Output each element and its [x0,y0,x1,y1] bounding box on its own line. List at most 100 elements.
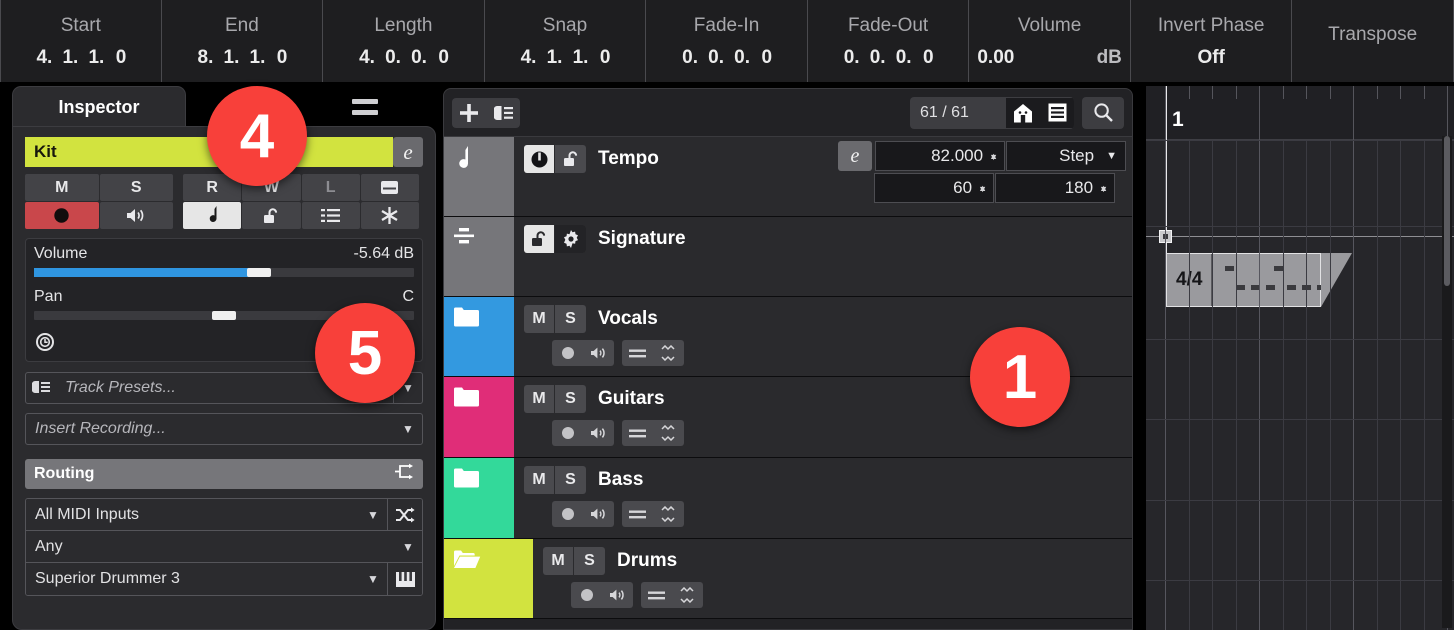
info-field-value[interactable]: 4. 1. 1. 0 [35,48,126,67]
chevron-down-icon[interactable]: ▼ [394,422,422,436]
inspector-edit-instrument-button[interactable]: e [393,137,423,167]
list-icon[interactable] [1040,97,1074,128]
shuffle-icon[interactable] [388,507,422,523]
info-field-invert-phase[interactable]: Invert Phase Off [1131,0,1293,82]
info-field-fade-out[interactable]: Fade-Out 0. 0. 0. 0 [808,0,970,82]
search-icon[interactable] [1082,96,1124,129]
record-dot-icon[interactable] [552,501,583,527]
solo-button[interactable]: S [555,385,586,413]
speaker-icon[interactable] [583,501,614,527]
output-dropdown[interactable]: Superior Drummer 3 ▼ [26,563,422,595]
chevron-down-icon[interactable]: ▼ [1106,150,1117,162]
speaker-icon[interactable] [583,340,614,366]
inspector-mute-button[interactable]: M [25,174,99,201]
automation-icon[interactable] [653,340,684,366]
equals-icon[interactable] [641,582,672,608]
track-row-signature[interactable]: Signature [444,217,1132,297]
speaker-icon[interactable] [602,582,633,608]
volume-slider-knob[interactable] [246,268,271,277]
info-field-value[interactable]: 4. 0. 0. 0 [358,48,449,67]
info-field-value[interactable]: 0. 0. 0. 0 [681,48,772,67]
info-field-value[interactable]: 8. 1. 1. 0 [196,48,288,67]
equals-icon[interactable] [622,420,653,446]
track-color-strip[interactable] [444,539,533,618]
track-row-tempo[interactable]: Tempo e 82.000 ▲ ▼ Step ▼ 60 ▲ ▼ 180 ▲ ▼ [444,137,1132,217]
chevron-down-icon[interactable]: ▼ [359,508,387,522]
speaker-icon[interactable] [583,420,614,446]
solo-button[interactable]: S [574,547,605,575]
track-preset-icon[interactable] [486,98,520,128]
info-field-value[interactable]: 0. 0. 0. 0 [843,48,934,67]
automation-icon[interactable] [653,501,684,527]
routing-section-header[interactable]: Routing [25,459,423,489]
inspector-channel-settings-button[interactable] [360,174,419,201]
chevron-down-icon[interactable]: ▼ [394,540,422,554]
inspector-musical-mode-button[interactable] [183,202,242,229]
info-field-value[interactable]: 0.00 dB [977,48,1122,67]
keyboard-icon[interactable] [388,571,422,588]
scrollbar-thumb[interactable] [1444,136,1450,286]
info-field-volume[interactable]: Volume 0.00 dB [969,0,1131,82]
signature-settings-button[interactable] [555,225,586,253]
info-field-fade-in[interactable]: Fade-In 0. 0. 0. 0 [646,0,808,82]
inspector-record-enable-button[interactable] [25,202,99,229]
chevron-down-icon[interactable]: ▼ [359,572,387,586]
equals-icon[interactable] [622,501,653,527]
hamburger-icon[interactable] [352,99,378,115]
tempo-mode-select[interactable]: Step ▼ [1006,141,1126,171]
timeline-ruler[interactable]: 1 [1146,86,1454,140]
arrange-area[interactable]: 1 4/4 [1146,86,1454,630]
spinner-icon[interactable]: ▲ ▼ [978,183,987,193]
tempo-bpm-field[interactable]: 82.000 ▲ ▼ [875,141,1005,171]
arrange-vertical-scrollbar[interactable] [1442,136,1452,628]
signature-lock-button[interactable] [524,225,555,253]
info-field-snap[interactable]: Snap 4. 1. 1. 0 [485,0,647,82]
tempo-range-max-field[interactable]: 180 ▲ ▼ [995,173,1115,203]
record-dot-icon[interactable] [552,340,583,366]
track-row-bass[interactable]: M S Bass [444,458,1132,539]
inspector-freeze-button[interactable] [360,202,419,229]
timeline-grid[interactable]: 4/4 [1146,140,1454,630]
track-color-strip[interactable] [444,217,514,296]
track-color-strip[interactable] [444,458,514,538]
mute-button[interactable]: M [524,466,555,494]
info-field-start[interactable]: Start 4. 1. 1. 0 [0,0,162,82]
inspector-lock-indicator[interactable]: L [301,174,360,201]
spinner-icon[interactable]: ▲ ▼ [1099,183,1108,193]
track-color-strip[interactable] [444,297,514,376]
info-field-transpose[interactable]: Transpose [1292,0,1454,82]
tempo-lock-button[interactable] [555,145,586,173]
info-field-end[interactable]: End 8. 1. 1. 0 [162,0,324,82]
pan-slider-knob[interactable] [212,311,236,320]
automation-icon[interactable] [672,582,703,608]
mute-button[interactable]: M [524,385,555,413]
track-row-drums[interactable]: M S Drums [444,539,1132,619]
home-icon[interactable] [1006,97,1040,128]
solo-button[interactable]: S [555,305,586,333]
solo-button[interactable]: S [555,466,586,494]
inspector-lock-track-button[interactable] [242,202,301,229]
tab-inspector[interactable]: Inspector [12,86,186,128]
tempo-range-min-field[interactable]: 60 ▲ ▼ [874,173,994,203]
midi-channel-dropdown[interactable]: Any ▼ [26,531,422,563]
spinner-icon[interactable]: ▲ ▼ [989,151,998,161]
inspector-solo-button[interactable]: S [99,174,173,201]
record-dot-icon[interactable] [571,582,602,608]
delay-clock-icon[interactable] [34,331,56,353]
plus-icon[interactable] [452,98,486,128]
info-field-value[interactable]: Off [1197,48,1224,67]
tempo-activate-button[interactable] [524,145,555,173]
inspector-monitor-button[interactable] [99,202,173,229]
insert-recording-dropdown[interactable]: Insert Recording... ▼ [25,413,423,445]
record-dot-icon[interactable] [552,420,583,446]
track-color-strip[interactable] [444,137,514,216]
equals-icon[interactable] [622,340,653,366]
track-color-strip[interactable] [444,377,514,457]
inspector-lanes-button[interactable] [301,202,360,229]
mute-button[interactable]: M [543,547,574,575]
info-field-value[interactable]: 4. 1. 1. 0 [519,48,611,67]
mute-button[interactable]: M [524,305,555,333]
midi-input-dropdown[interactable]: All MIDI Inputs ▼ [26,499,422,531]
automation-icon[interactable] [653,420,684,446]
info-field-length[interactable]: Length 4. 0. 0. 0 [323,0,485,82]
